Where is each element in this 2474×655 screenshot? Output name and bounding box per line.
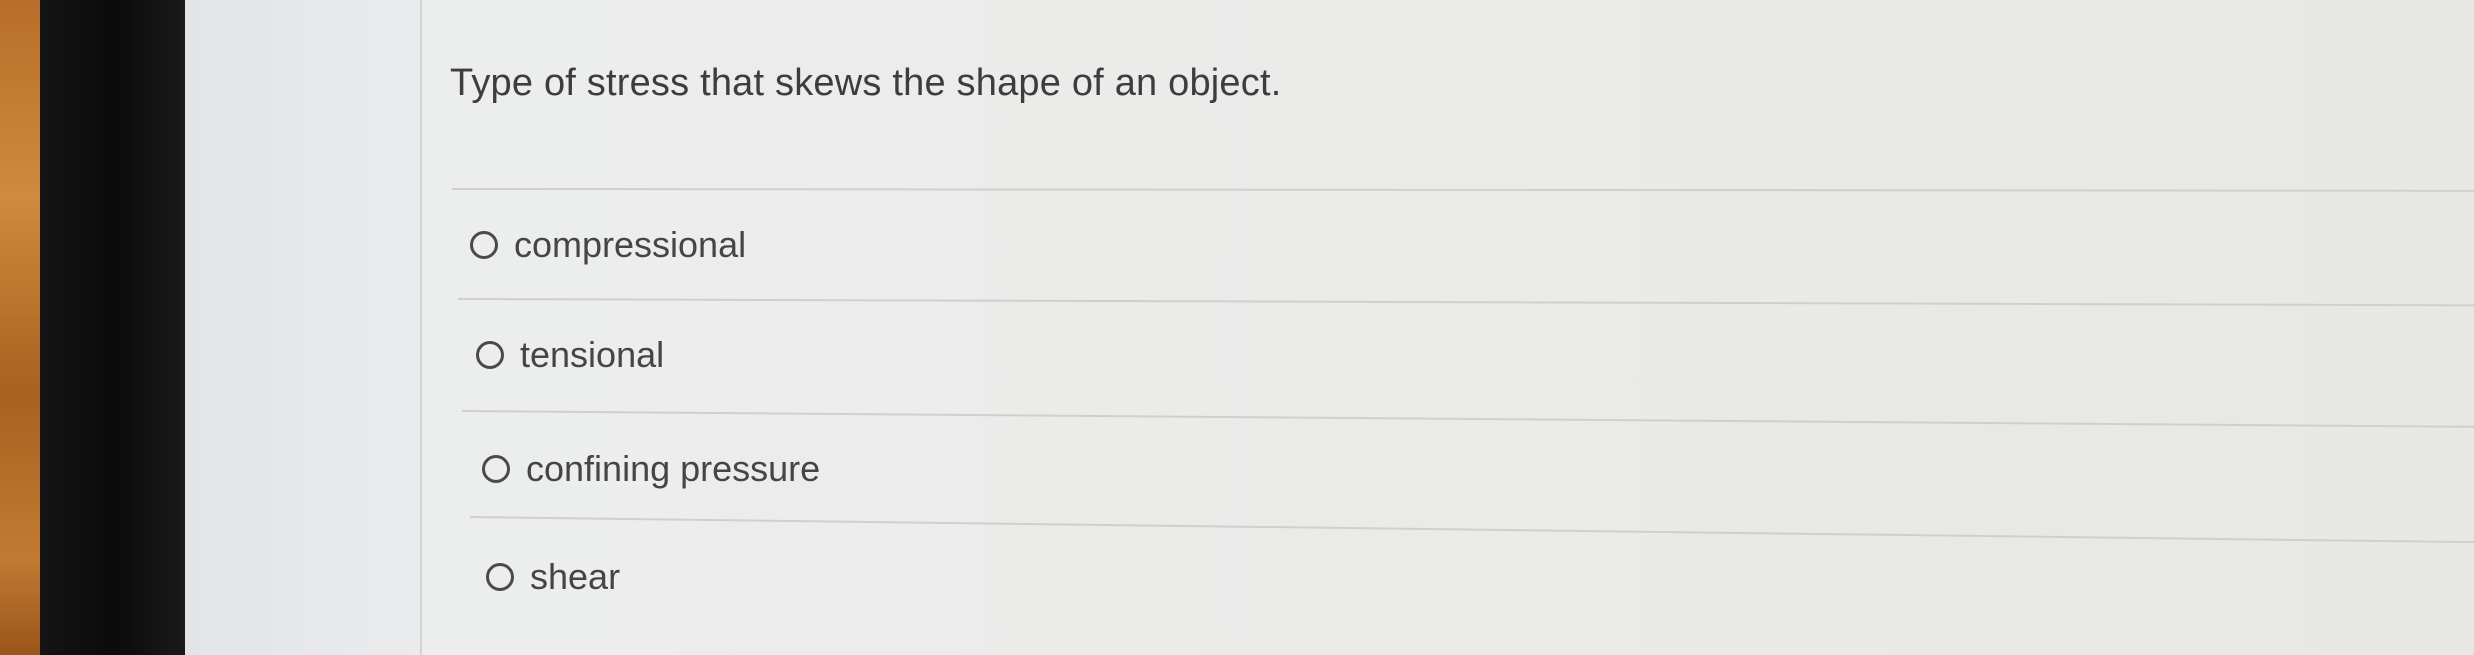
- radio-button-icon[interactable]: [486, 563, 514, 591]
- option-label: confining pressure: [526, 448, 821, 489]
- option-label: shear: [530, 556, 621, 597]
- answer-option-confining-pressure[interactable]: confining pressure: [482, 448, 820, 490]
- answer-option-compressional[interactable]: compressional: [470, 224, 746, 266]
- radio-button-icon[interactable]: [476, 341, 504, 369]
- radio-button-icon[interactable]: [470, 231, 498, 259]
- option-label: compressional: [514, 224, 747, 265]
- option-label: tensional: [520, 334, 665, 375]
- radio-button-icon[interactable]: [482, 455, 510, 483]
- question-text: Type of stress that skews the shape of a…: [450, 62, 1282, 104]
- left-panel: [185, 0, 422, 655]
- answer-option-shear[interactable]: shear: [486, 556, 620, 598]
- answer-option-tensional[interactable]: tensional: [476, 334, 664, 376]
- monitor-bezel: [40, 0, 185, 655]
